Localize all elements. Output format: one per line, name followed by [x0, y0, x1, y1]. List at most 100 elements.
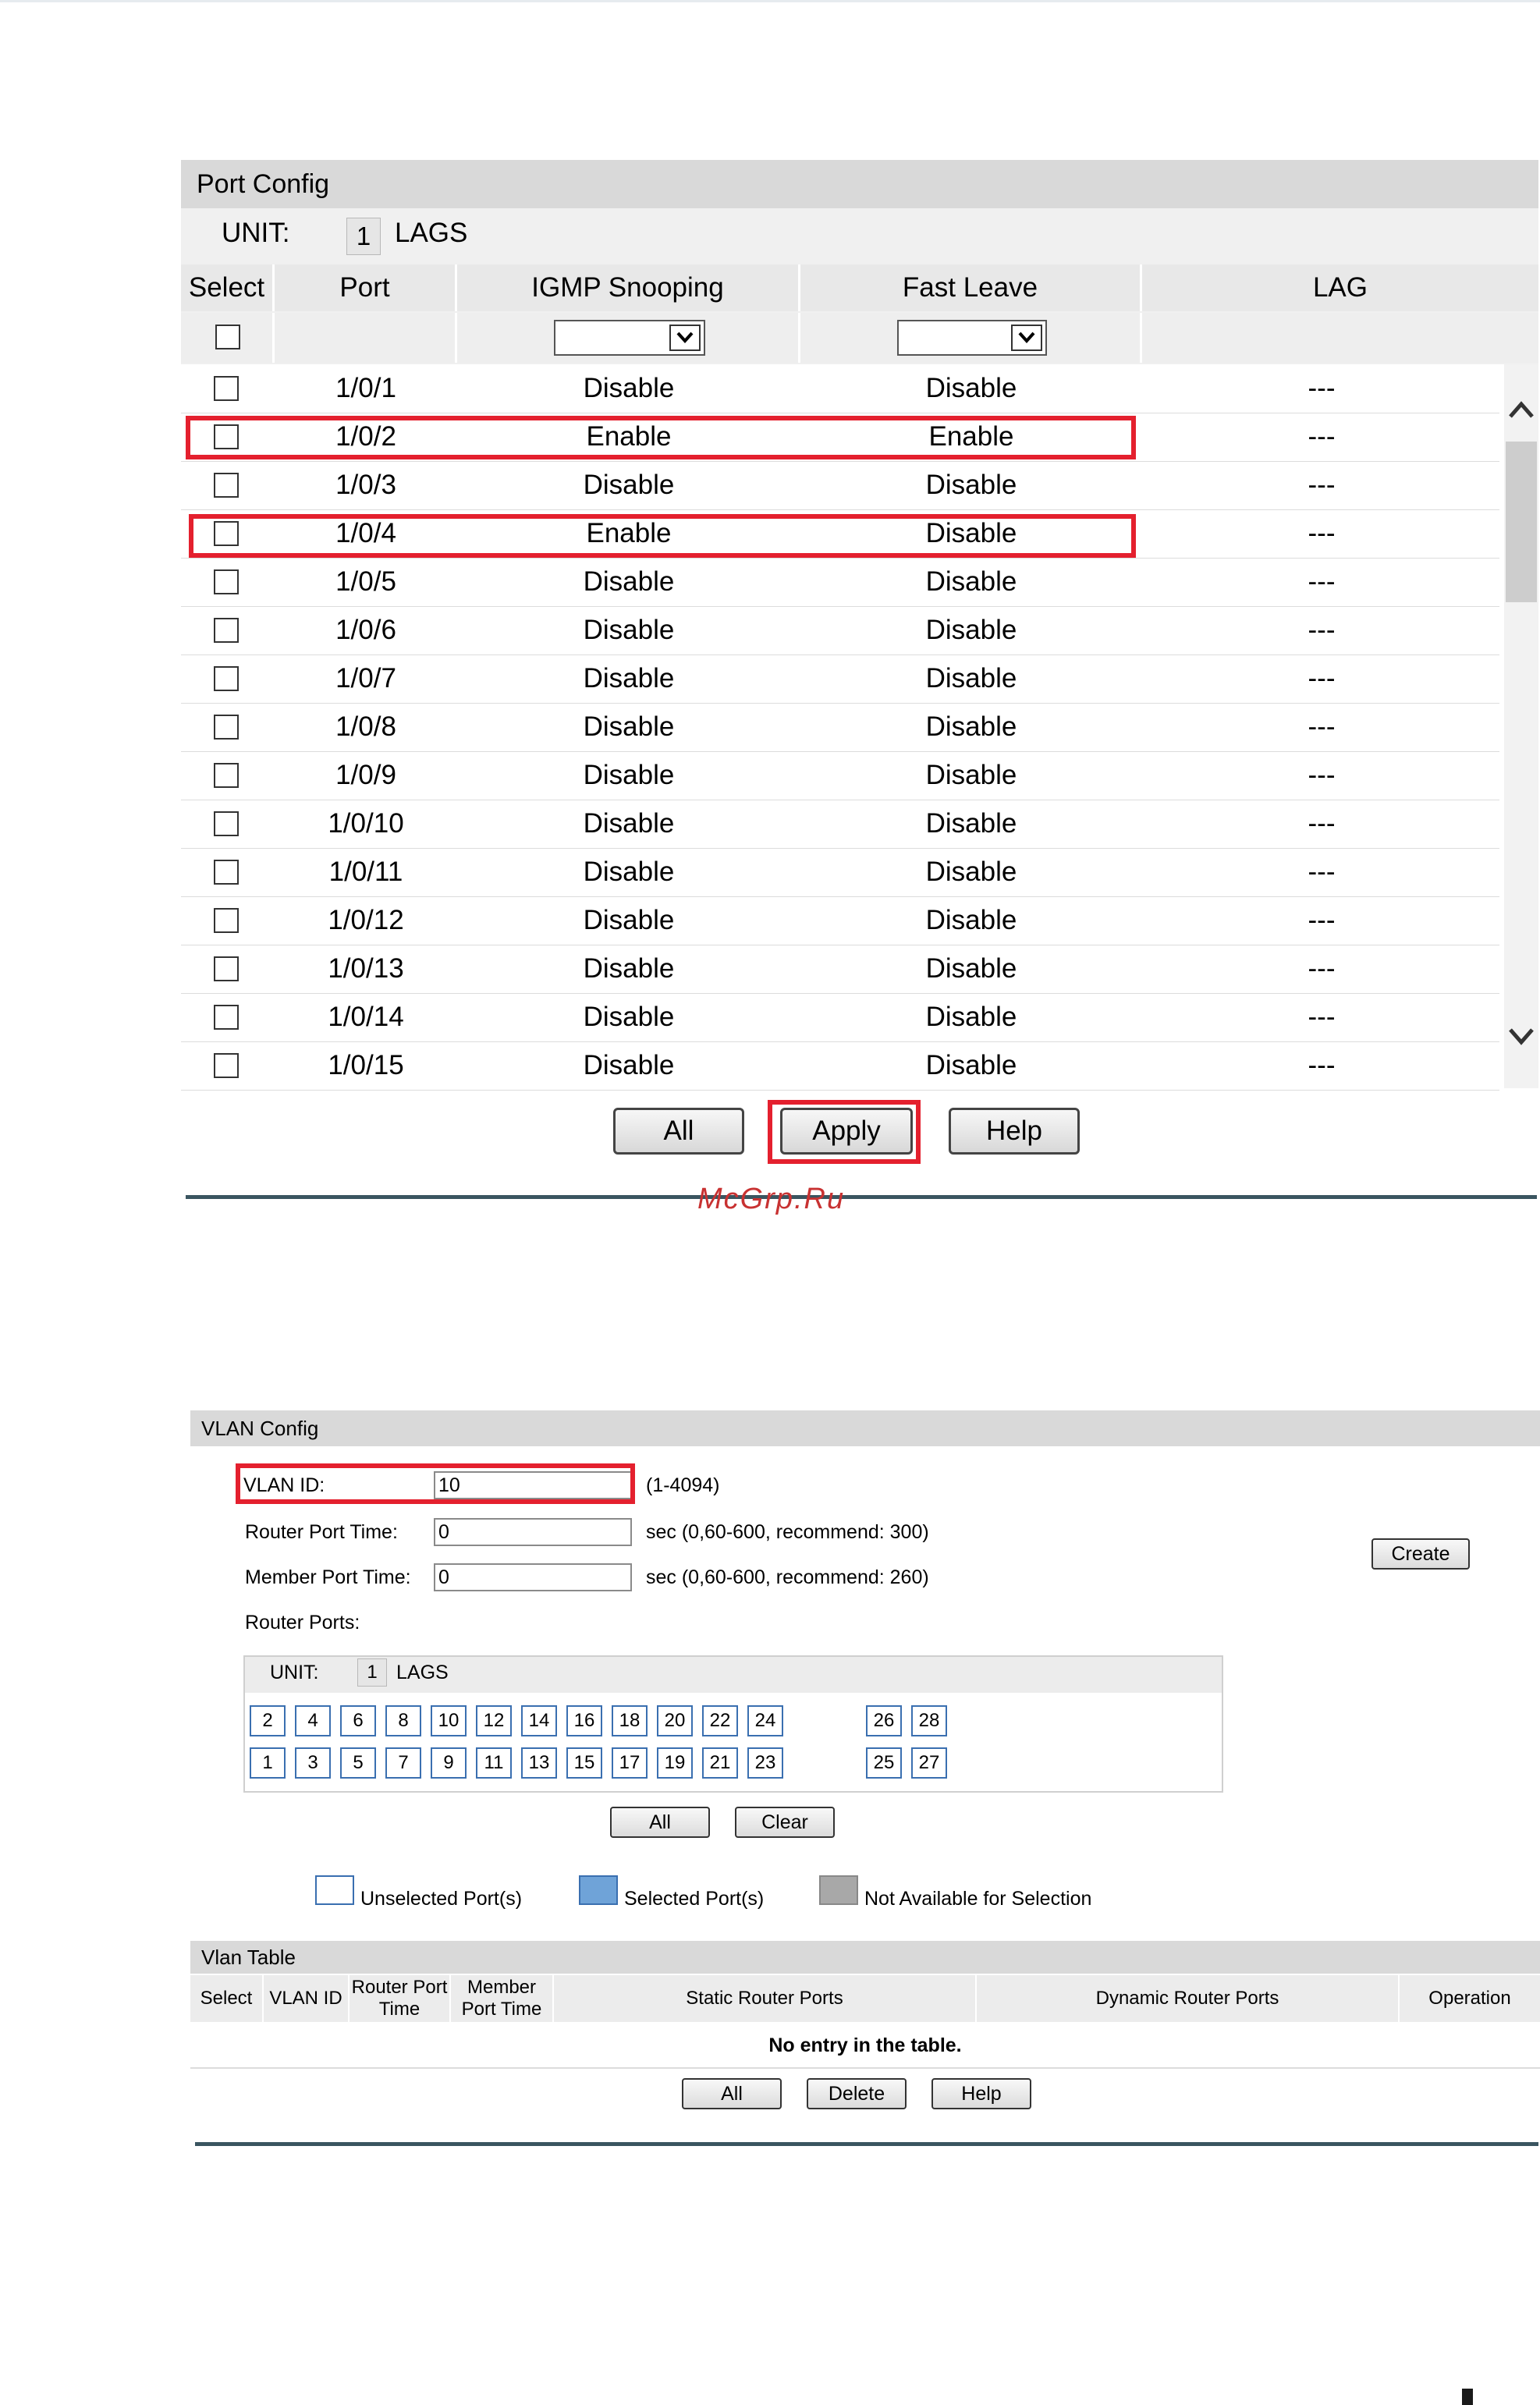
col-header-port: Port: [275, 264, 457, 311]
igmp-cell: Disable: [583, 711, 675, 742]
port-12[interactable]: 12: [476, 1705, 512, 1736]
port-2[interactable]: 2: [250, 1705, 286, 1736]
port-17[interactable]: 17: [612, 1747, 648, 1779]
port-22[interactable]: 22: [702, 1705, 738, 1736]
port-cell: 1/0/3: [335, 470, 396, 500]
port-7[interactable]: 7: [385, 1747, 421, 1779]
port-10[interactable]: 10: [431, 1705, 467, 1736]
vlan-table-all-button[interactable]: All: [682, 2078, 782, 2109]
router-ports-all-button[interactable]: All: [610, 1807, 710, 1838]
not-available-port-icon: [819, 1875, 858, 1905]
port-21[interactable]: 21: [702, 1747, 738, 1779]
port-13[interactable]: 13: [521, 1747, 557, 1779]
col-header-member-port-time: Member Port Time: [451, 1975, 554, 2022]
table-row: 1/0/9 Disable Disable ---: [181, 751, 1499, 800]
port-18[interactable]: 18: [612, 1705, 648, 1736]
select-all-checkbox[interactable]: [215, 325, 240, 349]
highlight-row-1-0-2: [186, 416, 1136, 459]
lag-cell: ---: [1308, 857, 1336, 887]
vlan-table-delete-button[interactable]: Delete: [807, 2078, 907, 2109]
port-28[interactable]: 28: [911, 1705, 947, 1736]
unit-1-tab[interactable]: 1: [346, 218, 381, 255]
router-port-time-hint: sec (0,60-600, recommend: 300): [646, 1521, 929, 1543]
row-checkbox[interactable]: [214, 715, 239, 740]
port-cell: 1/0/6: [335, 615, 396, 645]
all-button[interactable]: All: [613, 1108, 744, 1155]
row-checkbox[interactable]: [214, 956, 239, 981]
lags-tab[interactable]: LAGS: [395, 218, 467, 249]
lag-cell: ---: [1308, 470, 1336, 500]
lag-cell: ---: [1308, 711, 1336, 742]
port-11[interactable]: 11: [476, 1747, 512, 1779]
igmp-cell: Disable: [583, 760, 675, 790]
fast-leave-cell: Disable: [925, 1002, 1017, 1032]
lag-cell: ---: [1308, 421, 1336, 452]
row-checkbox[interactable]: [214, 1005, 239, 1030]
row-checkbox[interactable]: [214, 666, 239, 691]
table-row: 1/0/6 Disable Disable ---: [181, 606, 1499, 655]
port-24[interactable]: 24: [747, 1705, 783, 1736]
port-25[interactable]: 25: [866, 1747, 902, 1779]
row-checkbox[interactable]: [214, 811, 239, 836]
port-23[interactable]: 23: [747, 1747, 783, 1779]
port-14[interactable]: 14: [521, 1705, 557, 1736]
port-6[interactable]: 6: [340, 1705, 376, 1736]
table-row: 1/0/7 Disable Disable ---: [181, 654, 1499, 704]
row-checkbox[interactable]: [214, 1053, 239, 1078]
row-checkbox[interactable]: [214, 376, 239, 401]
port-26[interactable]: 26: [866, 1705, 902, 1736]
router-ports-lags-tab[interactable]: LAGS: [396, 1662, 449, 1684]
fast-leave-cell: Disable: [925, 760, 1017, 790]
help-button[interactable]: Help: [949, 1108, 1080, 1155]
port-27[interactable]: 27: [911, 1747, 947, 1779]
igmp-cell: Disable: [583, 905, 675, 935]
lag-cell: ---: [1308, 953, 1336, 984]
scrollbar-thumb[interactable]: [1506, 442, 1537, 602]
port-cell: 1/0/8: [335, 711, 396, 742]
create-button[interactable]: Create: [1371, 1538, 1470, 1570]
chevron-down-icon: [669, 325, 701, 351]
col-header-select: Select: [181, 264, 275, 311]
row-checkbox[interactable]: [214, 860, 239, 885]
port-4[interactable]: 4: [295, 1705, 331, 1736]
port-5[interactable]: 5: [340, 1747, 376, 1779]
row-checkbox[interactable]: [214, 618, 239, 643]
igmp-snooping-batch-select[interactable]: [554, 320, 705, 356]
fast-leave-batch-select[interactable]: [897, 320, 1047, 356]
port-15[interactable]: 15: [566, 1747, 602, 1779]
lag-cell: ---: [1308, 518, 1336, 548]
table-row: 1/0/3 Disable Disable ---: [181, 461, 1499, 510]
scroll-up-icon[interactable]: [1507, 399, 1535, 424]
unselected-port-icon: [315, 1875, 354, 1905]
port-8[interactable]: 8: [385, 1705, 421, 1736]
port-cell: 1/0/14: [328, 1002, 404, 1032]
row-checkbox[interactable]: [214, 569, 239, 594]
section-divider: [186, 1195, 1537, 1199]
igmp-cell: Disable: [583, 615, 675, 645]
port-20[interactable]: 20: [657, 1705, 693, 1736]
member-port-time-input[interactable]: 0: [434, 1563, 632, 1591]
igmp-cell: Disable: [583, 953, 675, 984]
igmp-cell: Disable: [583, 1002, 675, 1032]
vlan-table-help-button[interactable]: Help: [931, 2078, 1031, 2109]
port-3[interactable]: 3: [295, 1747, 331, 1779]
empty-table-message: No entry in the table.: [190, 2024, 1540, 2069]
row-checkbox[interactable]: [214, 763, 239, 788]
port-cell: 1/0/1: [335, 373, 396, 403]
fast-leave-cell: Disable: [925, 808, 1017, 839]
port-19[interactable]: 19: [657, 1747, 693, 1779]
col-header-router-port-time: Router Port Time: [350, 1975, 451, 2022]
scroll-down-icon[interactable]: [1507, 1027, 1535, 1051]
port-16[interactable]: 16: [566, 1705, 602, 1736]
port-1[interactable]: 1: [250, 1747, 286, 1779]
router-port-time-input[interactable]: 0: [434, 1518, 632, 1546]
port-config-title: Port Config: [181, 160, 1538, 208]
port-9[interactable]: 9: [431, 1747, 467, 1779]
router-ports-clear-button[interactable]: Clear: [735, 1807, 835, 1838]
vlan-table-title: Vlan Table: [190, 1941, 1540, 1974]
row-checkbox[interactable]: [214, 908, 239, 933]
port-cell: 1/0/7: [335, 663, 396, 693]
router-ports-unit-1-tab[interactable]: 1: [357, 1658, 387, 1687]
fast-leave-cell: Disable: [925, 711, 1017, 742]
row-checkbox[interactable]: [214, 473, 239, 498]
